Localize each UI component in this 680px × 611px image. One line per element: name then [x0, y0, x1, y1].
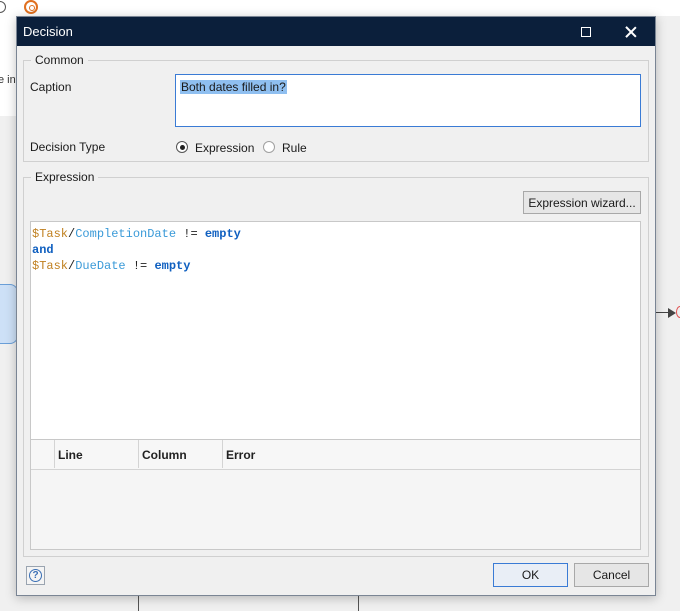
rule-radio[interactable]: [263, 141, 275, 153]
column-separator[interactable]: [138, 440, 139, 468]
code-variable: $Task: [32, 227, 69, 241]
close-icon[interactable]: [621, 23, 641, 41]
column-header-line[interactable]: Line: [58, 448, 83, 462]
common-legend: Common: [31, 53, 88, 67]
column-separator[interactable]: [222, 440, 223, 468]
code-attribute: CompletionDate: [75, 227, 177, 241]
decision-dialog: Decision Common Caption Both dates fille…: [16, 16, 656, 596]
code-line: $Task/CompletionDate != empty: [32, 227, 241, 241]
background-divider: [138, 594, 139, 611]
background-text: e in: [0, 74, 16, 86]
code-keyword: empty: [154, 259, 191, 273]
expression-radio-label[interactable]: Expression: [195, 141, 254, 155]
title-bar[interactable]: Decision: [17, 17, 655, 46]
expression-editor[interactable]: $Task/CompletionDate != empty and $Task/…: [30, 221, 641, 440]
background-divider: [358, 594, 359, 611]
expression-wizard-button[interactable]: Expression wizard...: [523, 191, 641, 214]
background-arrow-icon: [668, 308, 676, 318]
error-table: Line Column Error: [30, 440, 641, 550]
ok-button[interactable]: OK: [493, 563, 568, 587]
code-attribute: DueDate: [75, 259, 126, 273]
code-line: and: [32, 243, 54, 257]
caption-label: Caption: [30, 80, 72, 94]
maximize-icon[interactable]: [581, 27, 591, 37]
background-target-icon: [24, 0, 38, 14]
column-separator[interactable]: [54, 440, 55, 468]
help-icon[interactable]: ?: [26, 566, 45, 585]
rule-radio-label[interactable]: Rule: [282, 141, 307, 155]
code-line: $Task/DueDate != empty: [32, 259, 190, 273]
column-header-column[interactable]: Column: [142, 448, 187, 462]
code-variable: $Task: [32, 259, 69, 273]
expression-radio[interactable]: [176, 141, 188, 153]
background-toolbar: [0, 0, 680, 16]
caption-value: Both dates filled in?: [180, 80, 287, 94]
error-table-header: Line Column Error: [31, 440, 640, 470]
code-operator: !=: [125, 259, 155, 273]
background-end-event: [676, 306, 680, 318]
column-header-error[interactable]: Error: [226, 448, 255, 462]
background-panel: [0, 16, 16, 116]
caption-input[interactable]: Both dates filled in?: [175, 74, 641, 127]
dialog-title: Decision: [23, 24, 73, 39]
cancel-button[interactable]: Cancel: [574, 563, 649, 587]
help-glyph: ?: [29, 569, 42, 582]
code-operator: !=: [176, 227, 205, 241]
decision-type-label: Decision Type: [30, 140, 106, 154]
code-keyword: and: [32, 243, 54, 257]
code-keyword: empty: [204, 227, 241, 241]
expression-legend: Expression: [31, 170, 99, 184]
